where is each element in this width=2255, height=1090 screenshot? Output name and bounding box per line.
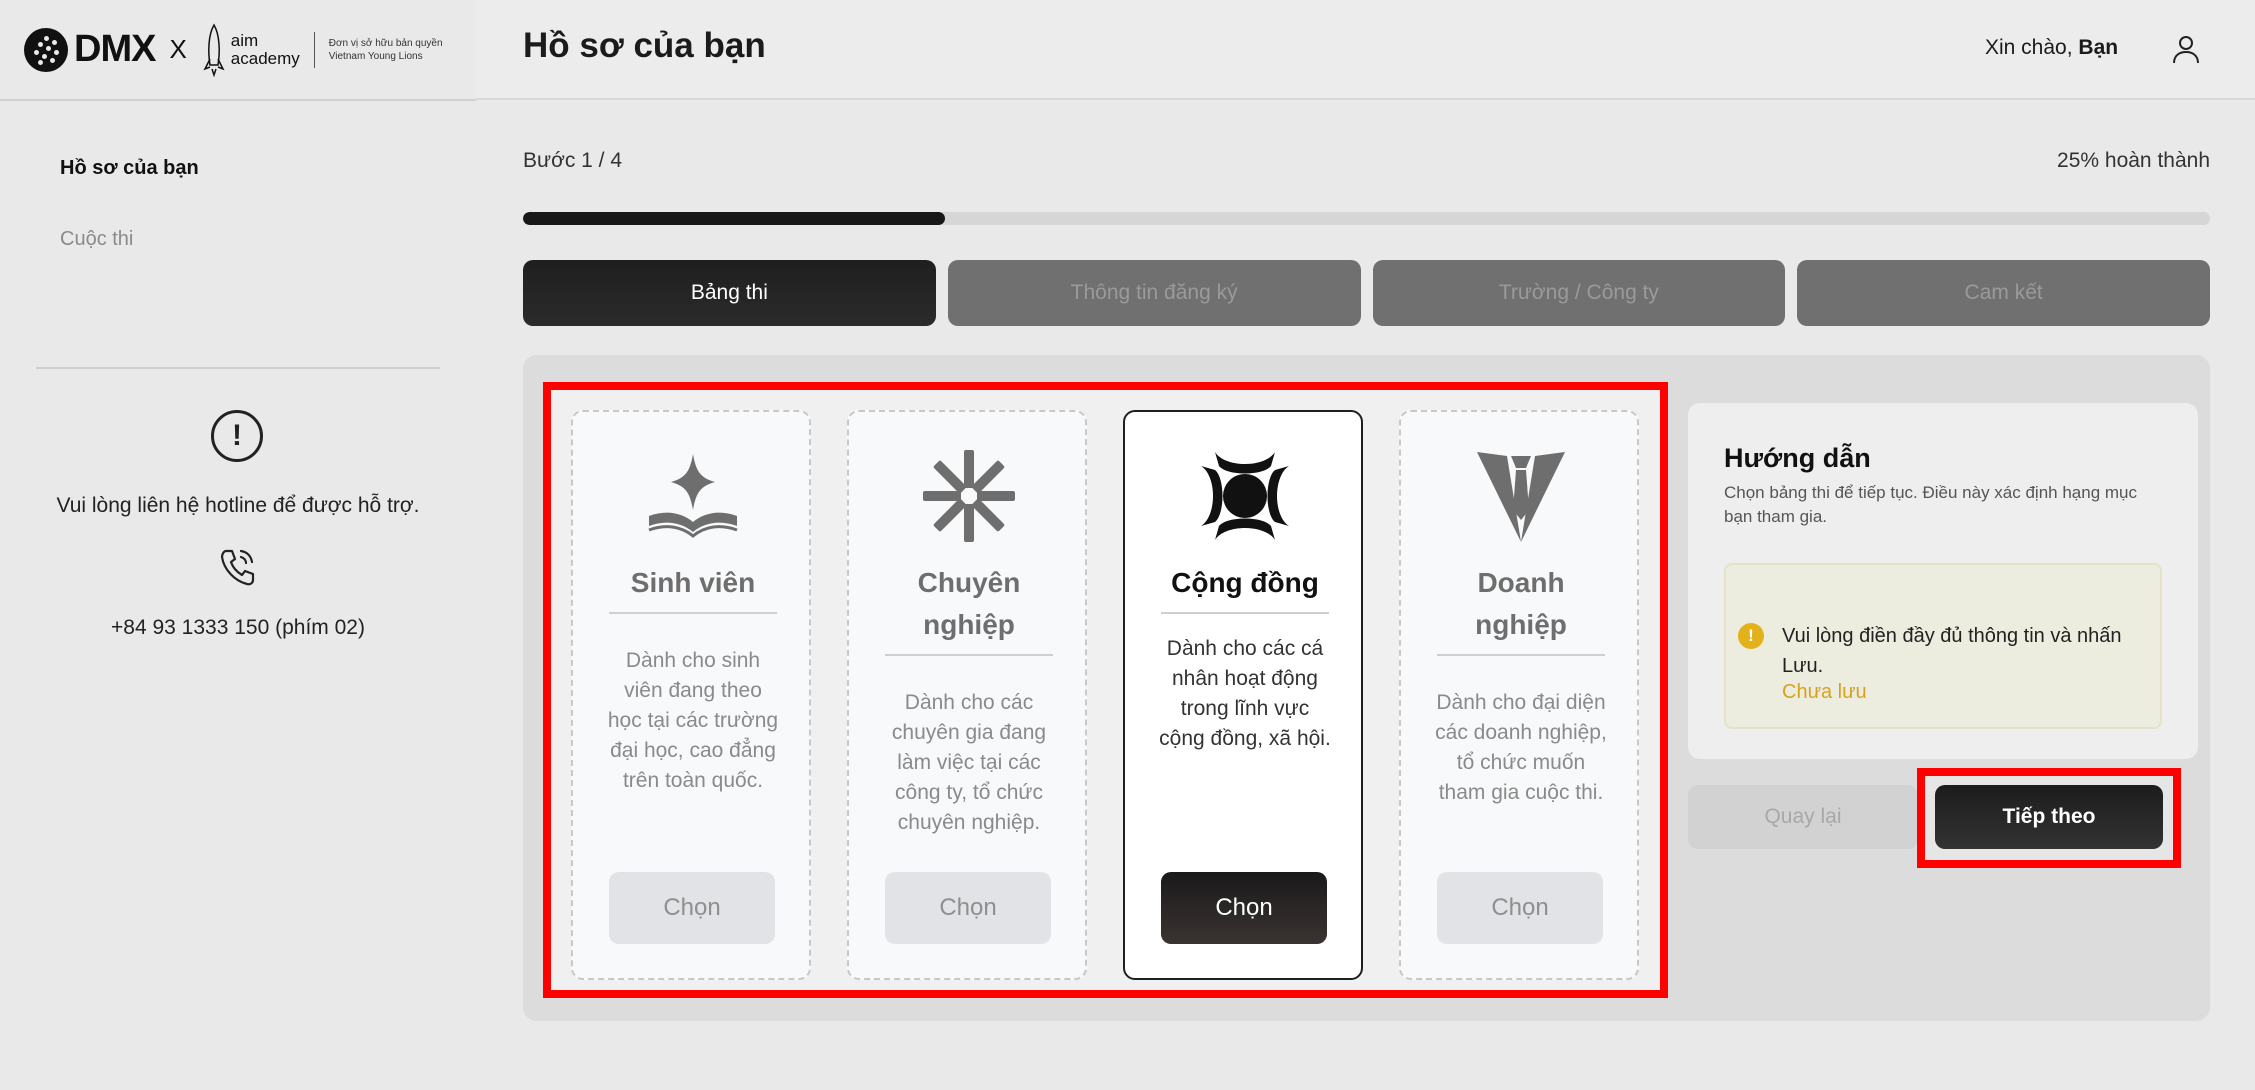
sidebar: DMX X aim academy Đơn vị sở hữu bản quyề… bbox=[0, 0, 476, 1090]
card-professional[interactable]: Chuyên nghiệp Dành cho các chuyên gia đa… bbox=[847, 410, 1087, 980]
aim-academy-logo: aim academy Đơn vị sở hữu bản quyền Viet… bbox=[203, 23, 443, 77]
sidebar-divider bbox=[36, 367, 440, 369]
sidebar-item-profile[interactable]: Hồ sơ của bạn bbox=[60, 157, 199, 180]
guide-text: Chọn bảng thi để tiếp tục. Điều này xác … bbox=[1724, 483, 2137, 526]
tab-contest-board[interactable]: Bảng thi bbox=[523, 260, 936, 326]
card-description: Dành cho các chuyên gia đang làm việc tạ… bbox=[891, 691, 1047, 834]
warning-text: Vui lòng điền đầy đủ thông tin và nhấn L… bbox=[1782, 625, 2122, 677]
dmx-logo-text: DMX bbox=[74, 28, 156, 70]
warning-icon: ! bbox=[1738, 623, 1764, 649]
tab-commitment[interactable]: Cam kết bbox=[1797, 260, 2210, 326]
card-title: Chuyên nghiệp bbox=[917, 567, 1021, 640]
card-business[interactable]: Doanh nghiệp Dành cho đại diện các doanh… bbox=[1399, 410, 1639, 980]
warning-box: ! Vui lòng điền đầy đủ thông tin và nhấn… bbox=[1724, 563, 2162, 729]
card-title: Cộng đồng bbox=[1171, 567, 1319, 598]
progress-fill bbox=[523, 212, 945, 225]
exclamation-circle-icon: ! bbox=[211, 410, 263, 462]
select-button[interactable]: Chọn bbox=[1161, 872, 1327, 944]
aim-subtitle-1: Đơn vị sở hữu bản quyền bbox=[328, 37, 443, 49]
category-cards-highlight: Sinh viên Dành cho sinh viên đang theo h… bbox=[543, 382, 1668, 998]
logo-bar: DMX X aim academy Đơn vị sở hữu bản quyề… bbox=[0, 0, 476, 101]
select-button[interactable]: Chọn bbox=[1437, 872, 1603, 944]
card-description: Dành cho sinh viên đang theo học tại các… bbox=[607, 649, 779, 792]
book-star-icon bbox=[648, 454, 738, 538]
guide-title: Hướng dẫn bbox=[1724, 443, 1871, 473]
card-description: Dành cho các cá nhân hoạt động trong lĩn… bbox=[1159, 637, 1331, 750]
community-circle-icon bbox=[1201, 452, 1289, 540]
greeting: Xin chào, Bạn bbox=[1985, 36, 2118, 60]
aim-subtitle-2: Vietnam Young Lions bbox=[328, 50, 423, 62]
greeting-text: Xin chào, bbox=[1985, 36, 2073, 59]
asterisk-icon bbox=[923, 450, 1015, 542]
aim-logo-line2: academy bbox=[230, 48, 300, 68]
card-community[interactable]: Cộng đồng Dành cho các cá nhân hoạt động… bbox=[1123, 410, 1363, 980]
hotline-number[interactable]: +84 93 1333 150 (phím 02) bbox=[0, 616, 476, 640]
dmx-logo-icon bbox=[24, 27, 68, 72]
rocket-icon bbox=[203, 23, 225, 77]
back-button[interactable]: Quay lại bbox=[1688, 785, 1918, 849]
guide-box: Hướng dẫn Chọn bảng thi để tiếp tục. Điề… bbox=[1688, 403, 2198, 759]
support-text: Vui lòng liên hệ hotline để được hỗ trợ. bbox=[56, 494, 420, 517]
phone-call-icon[interactable] bbox=[218, 545, 258, 589]
select-button[interactable]: Chọn bbox=[885, 872, 1051, 944]
logo-divider bbox=[313, 31, 315, 68]
dmx-logo[interactable]: DMX bbox=[24, 27, 156, 72]
progress-percent: 25% hoàn thành bbox=[2057, 149, 2210, 172]
select-button[interactable]: Chọn bbox=[609, 872, 775, 944]
next-button[interactable]: Tiếp theo bbox=[1935, 785, 2163, 849]
user-icon[interactable] bbox=[2170, 33, 2202, 65]
progress-bar bbox=[523, 212, 2210, 225]
tab-school-company[interactable]: Trường / Công ty bbox=[1372, 260, 1786, 326]
card-title: Doanh nghiệp bbox=[1475, 567, 1567, 640]
tab-registration-info[interactable]: Thông tin đăng ký bbox=[947, 260, 1361, 326]
suit-tie-icon bbox=[1477, 452, 1565, 542]
user-name: Bạn bbox=[2078, 36, 2119, 59]
card-student[interactable]: Sinh viên Dành cho sinh viên đang theo h… bbox=[571, 410, 811, 980]
step-tabs: Bảng thi Thông tin đăng ký Trường / Công… bbox=[523, 260, 2210, 326]
logo-separator: X bbox=[169, 34, 187, 64]
card-title: Sinh viên bbox=[630, 567, 756, 598]
sidebar-item-contest[interactable]: Cuộc thi bbox=[60, 228, 133, 251]
top-header: Hồ sơ của bạn Xin chào, Bạn bbox=[476, 0, 2255, 100]
step-label: Bước 1 / 4 bbox=[523, 149, 623, 172]
save-status: Chưa lưu bbox=[1782, 681, 1867, 703]
aim-logo-line1: aim bbox=[230, 30, 259, 50]
page-title: Hồ sơ của bạn bbox=[523, 26, 766, 65]
card-description: Dành cho đại diện các doanh nghiệp, tổ c… bbox=[1435, 691, 1607, 804]
